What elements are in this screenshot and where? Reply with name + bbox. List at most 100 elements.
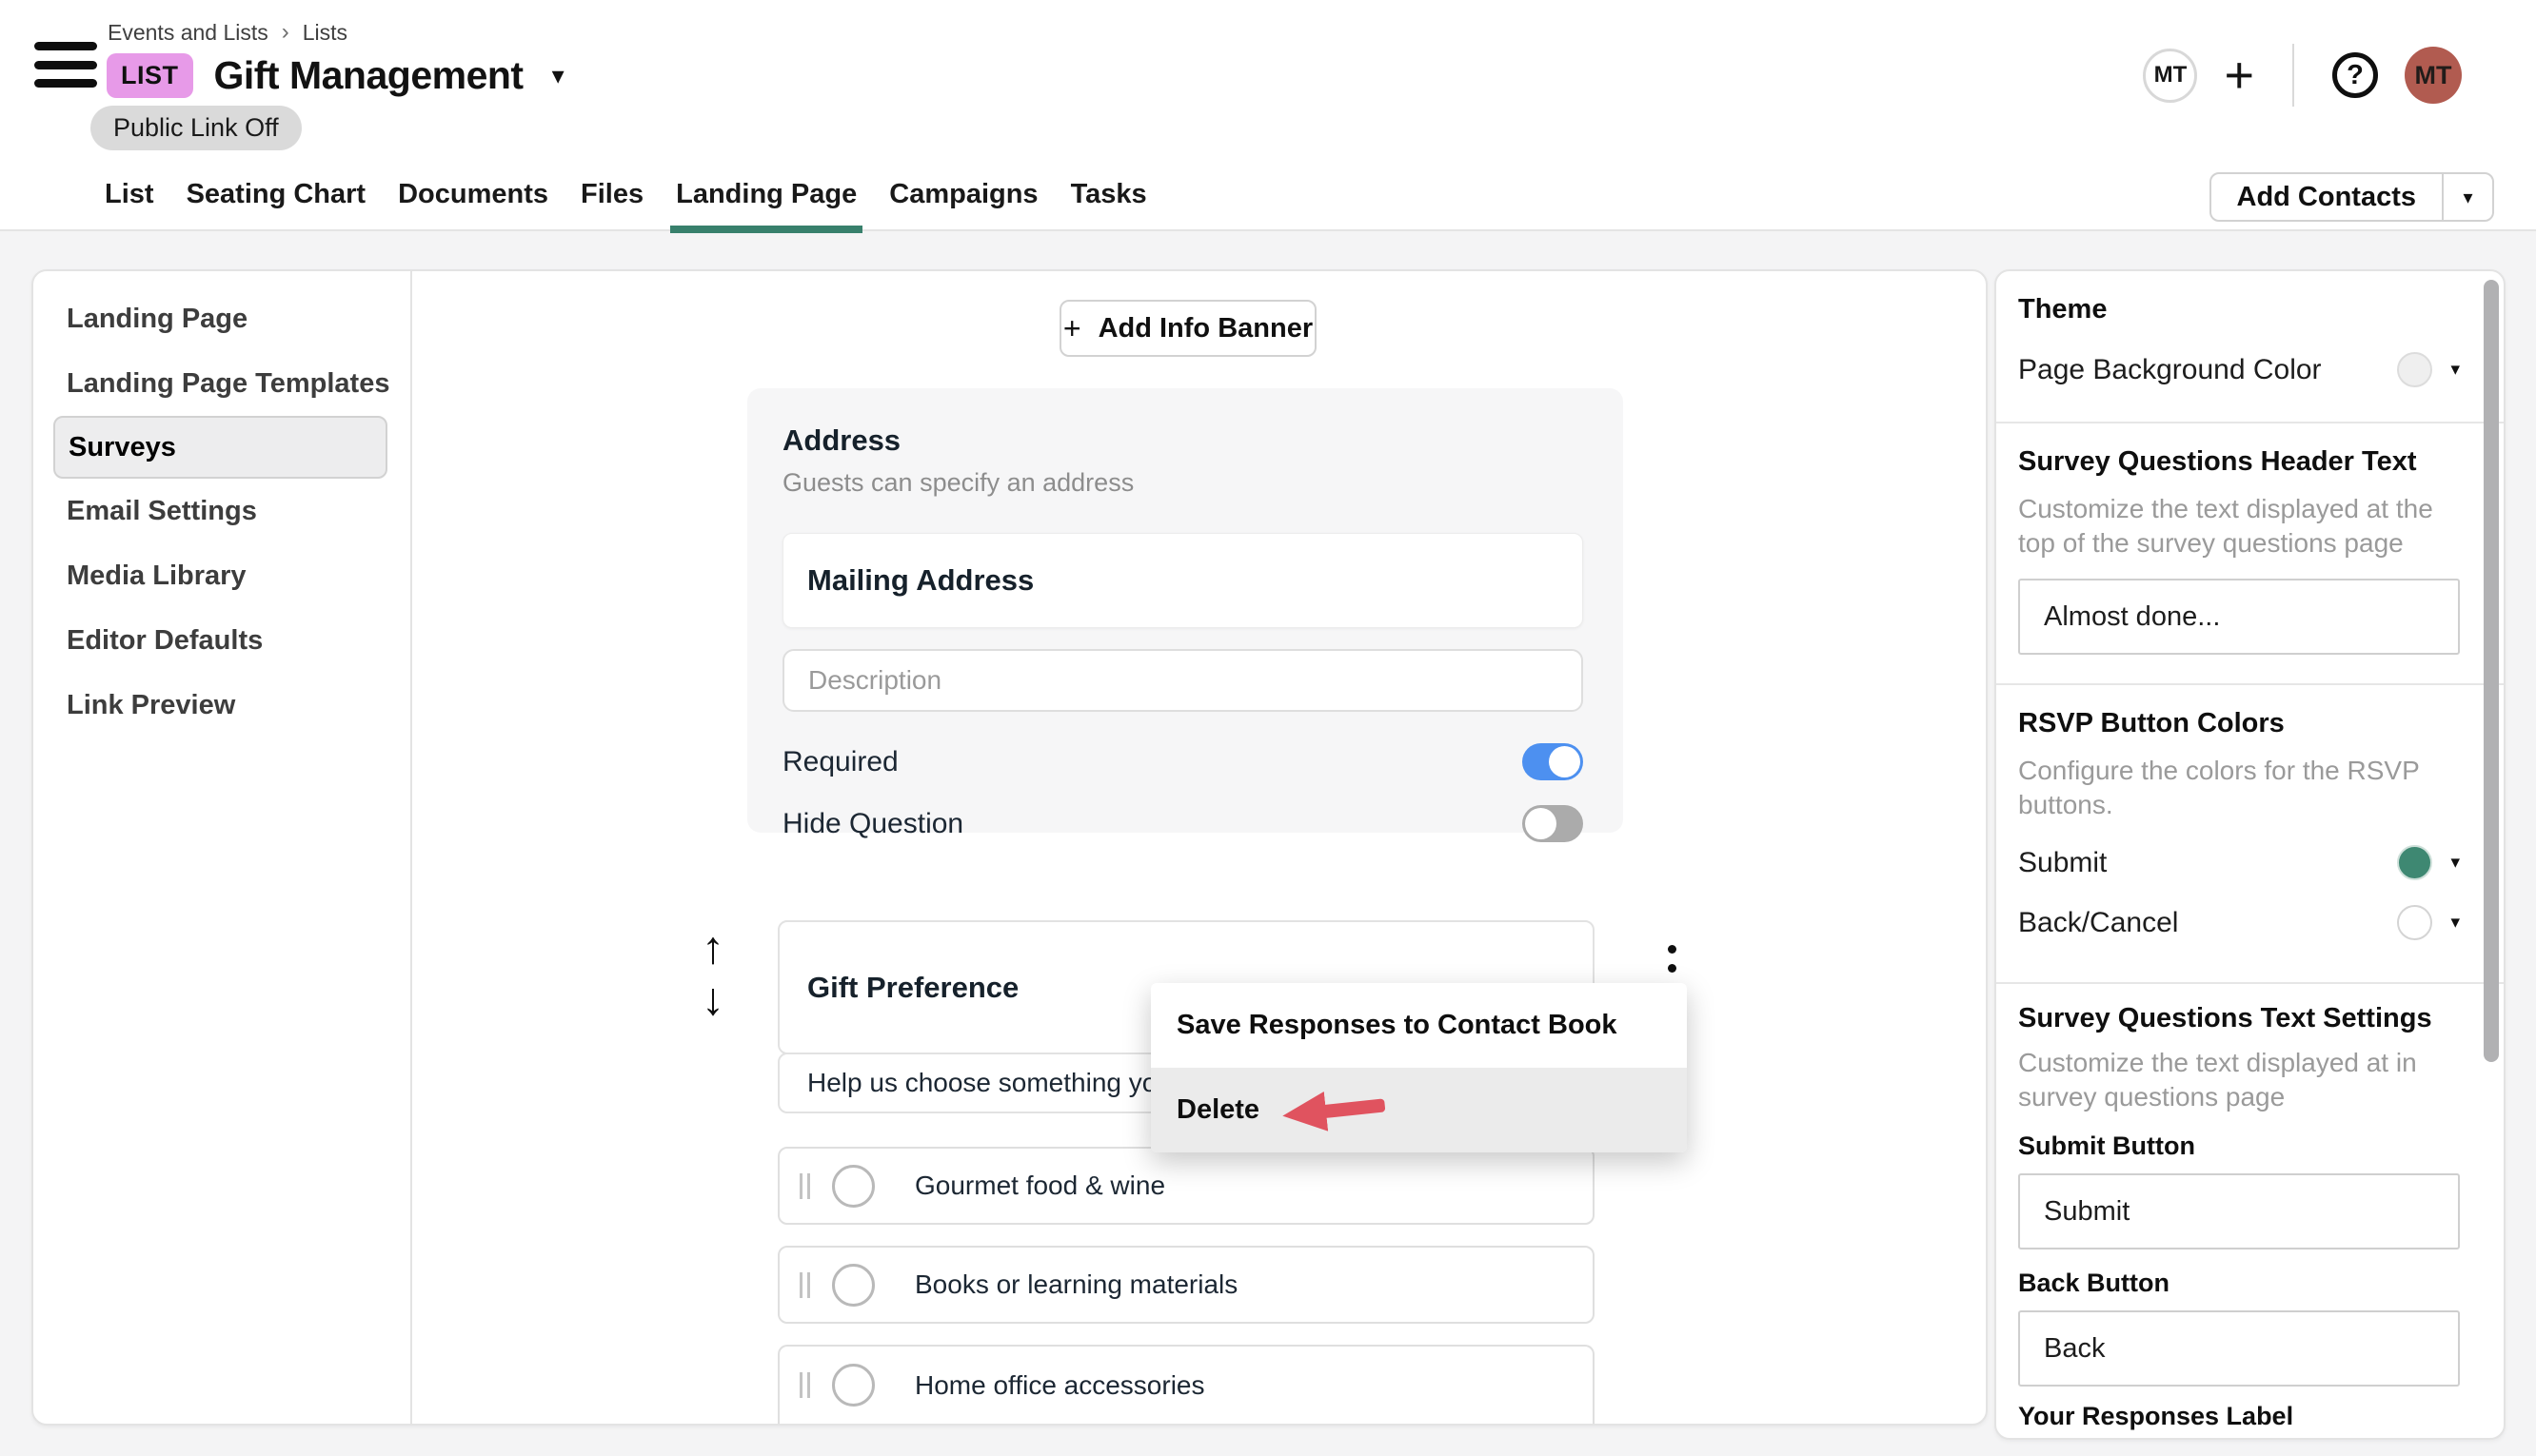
page-background-color-row: Page Background Color ▾ (2018, 352, 2460, 387)
tab-tasks[interactable]: Tasks (1071, 157, 1147, 231)
radio-button[interactable] (832, 1364, 875, 1407)
sidebar-item-email-settings[interactable]: Email Settings (33, 479, 410, 543)
user-avatar[interactable]: MT (2405, 47, 2462, 104)
add-contacts-caret-down-icon[interactable]: ▾ (2442, 174, 2492, 220)
add-contacts-button[interactable]: Add Contacts (2211, 174, 2443, 220)
required-toggle[interactable] (1522, 743, 1583, 780)
menu-item-delete[interactable]: Delete (1151, 1068, 1687, 1152)
sidebar-item-landing-page-templates[interactable]: Landing Page Templates (33, 351, 410, 416)
drag-handle-icon[interactable] (800, 1372, 810, 1398)
survey-header-text-heading: Survey Questions Header Text (2018, 446, 2460, 478)
hide-question-toggle-row: Hide Question (783, 805, 1583, 842)
move-up-arrow-icon[interactable]: ↑ (702, 926, 724, 972)
question-context-menu: Save Responses to Contact Book Delete (1151, 983, 1687, 1152)
drag-handle-icon[interactable] (800, 1272, 810, 1298)
theme-heading: Theme (2018, 294, 2460, 325)
option-row: Home office accessories (778, 1345, 1595, 1424)
back-button-field-label: Back Button (2018, 1269, 2460, 1298)
left-nav: Landing Page Landing Page Templates Surv… (33, 271, 412, 1424)
submit-color-row: Submit ▾ (2018, 845, 2460, 880)
hide-question-label: Hide Question (783, 808, 963, 840)
move-down-arrow-icon[interactable]: ↓ (702, 977, 724, 1023)
your-responses-field-label: Your Responses Label (2018, 1402, 2460, 1431)
add-contacts-split-button: Add Contacts ▾ (2209, 172, 2495, 222)
tab-landing-page[interactable]: Landing Page (676, 157, 857, 231)
drag-handle-icon[interactable] (800, 1173, 810, 1199)
survey-text-settings-heading: Survey Questions Text Settings (2018, 1003, 2460, 1034)
sidebar-item-media-library[interactable]: Media Library (33, 543, 410, 608)
breadcrumb-separator-icon: › (282, 19, 289, 46)
help-icon[interactable]: ? (2332, 52, 2378, 98)
address-description-input[interactable]: Description (783, 649, 1583, 712)
page-background-color-picker[interactable]: ▾ (2397, 352, 2460, 387)
back-cancel-color-label: Back/Cancel (2018, 907, 2178, 939)
active-tab-underline (670, 226, 862, 233)
hide-question-toggle[interactable] (1522, 805, 1583, 842)
rsvp-button-colors-heading: RSVP Button Colors (2018, 708, 2460, 739)
tab-bar: List Seating Chart Documents Files Landi… (105, 157, 1147, 231)
breadcrumb-lists[interactable]: Lists (303, 20, 347, 46)
caret-down-icon: ▾ (2450, 852, 2460, 874)
color-swatch[interactable] (2397, 905, 2432, 940)
rsvp-button-colors-section: RSVP Button Colors Configure the colors … (1996, 685, 2504, 984)
sidebar-item-landing-page[interactable]: Landing Page (33, 286, 410, 351)
tab-seating-chart[interactable]: Seating Chart (187, 157, 367, 231)
app-header: Events and Lists › Lists LIST Gift Manag… (0, 0, 2536, 231)
list-badge: LIST (107, 53, 193, 98)
breadcrumb: Events and Lists › Lists (108, 19, 347, 46)
submit-button-text-input[interactable]: Submit (2018, 1173, 2460, 1249)
survey-header-text-description: Customize the text displayed at the top … (2018, 492, 2460, 561)
page-background-color-label: Page Background Color (2018, 354, 2322, 386)
tab-files[interactable]: Files (581, 157, 644, 231)
breadcrumb-events-and-lists[interactable]: Events and Lists (108, 20, 268, 46)
back-button-text-input[interactable]: Back (2018, 1310, 2460, 1387)
survey-text-settings-description: Customize the text displayed at in surve… (2018, 1046, 2460, 1114)
color-swatch[interactable] (2397, 352, 2432, 387)
color-swatch[interactable] (2397, 845, 2432, 880)
address-card-subtitle: Guests can specify an address (783, 468, 1583, 498)
caret-down-icon: ▾ (2450, 359, 2460, 381)
sidebar-item-editor-defaults[interactable]: Editor Defaults (33, 608, 410, 673)
add-icon[interactable]: + (2224, 49, 2254, 101)
survey-header-text-input[interactable]: Almost done... (2018, 579, 2460, 655)
submit-color-picker[interactable]: ▾ (2397, 845, 2460, 880)
theme-settings-panel: Theme Page Background Color ▾ Survey Que… (1994, 269, 2506, 1440)
panel-scrollbar[interactable] (2484, 280, 2499, 1062)
tab-campaigns[interactable]: Campaigns (889, 157, 1038, 231)
plus-icon: + (1063, 311, 1081, 346)
hamburger-menu-icon[interactable] (34, 42, 97, 88)
red-pointer-arrow-icon (1280, 1085, 1387, 1135)
add-info-banner-label: Add Info Banner (1099, 313, 1314, 344)
tab-documents[interactable]: Documents (398, 157, 548, 231)
menu-item-save-responses[interactable]: Save Responses to Contact Book (1151, 983, 1687, 1068)
rsvp-button-colors-description: Configure the colors for the RSVP button… (2018, 754, 2460, 822)
radio-button[interactable] (832, 1264, 875, 1307)
sidebar-item-link-preview[interactable]: Link Preview (33, 673, 410, 738)
option-label: Gourmet food & wine (915, 1171, 1165, 1201)
team-avatar[interactable]: MT (2143, 49, 2197, 103)
option-label: Home office accessories (915, 1370, 1205, 1401)
theme-section: Theme Page Background Color ▾ (1996, 271, 2504, 423)
option-label: Books or learning materials (915, 1269, 1238, 1300)
survey-text-settings-section: Survey Questions Text Settings Customize… (1996, 984, 2504, 1440)
mailing-address-question-input[interactable]: Mailing Address (783, 533, 1583, 628)
header-actions: MT + ? MT (2143, 44, 2462, 107)
caret-down-icon: ▾ (2450, 912, 2460, 934)
public-link-status-badge[interactable]: Public Link Off (90, 106, 302, 150)
submit-button-field-label: Submit Button (2018, 1131, 2460, 1161)
address-card-title: Address (783, 423, 1583, 458)
add-info-banner-button[interactable]: + Add Info Banner (1060, 300, 1317, 357)
survey-header-text-section: Survey Questions Header Text Customize t… (1996, 423, 2504, 685)
radio-button[interactable] (832, 1165, 875, 1208)
required-toggle-row: Required (783, 743, 1583, 780)
option-row: Books or learning materials (778, 1246, 1595, 1324)
title-caret-down-icon[interactable]: ▾ (552, 61, 565, 90)
back-cancel-color-picker[interactable]: ▾ (2397, 905, 2460, 940)
tab-list[interactable]: List (105, 157, 154, 231)
required-label: Required (783, 746, 899, 778)
sidebar-item-surveys[interactable]: Surveys (53, 416, 387, 479)
submit-color-label: Submit (2018, 847, 2107, 879)
header-divider (2292, 44, 2294, 107)
option-row: Gourmet food & wine (778, 1147, 1595, 1225)
back-cancel-color-row: Back/Cancel ▾ (2018, 905, 2460, 940)
